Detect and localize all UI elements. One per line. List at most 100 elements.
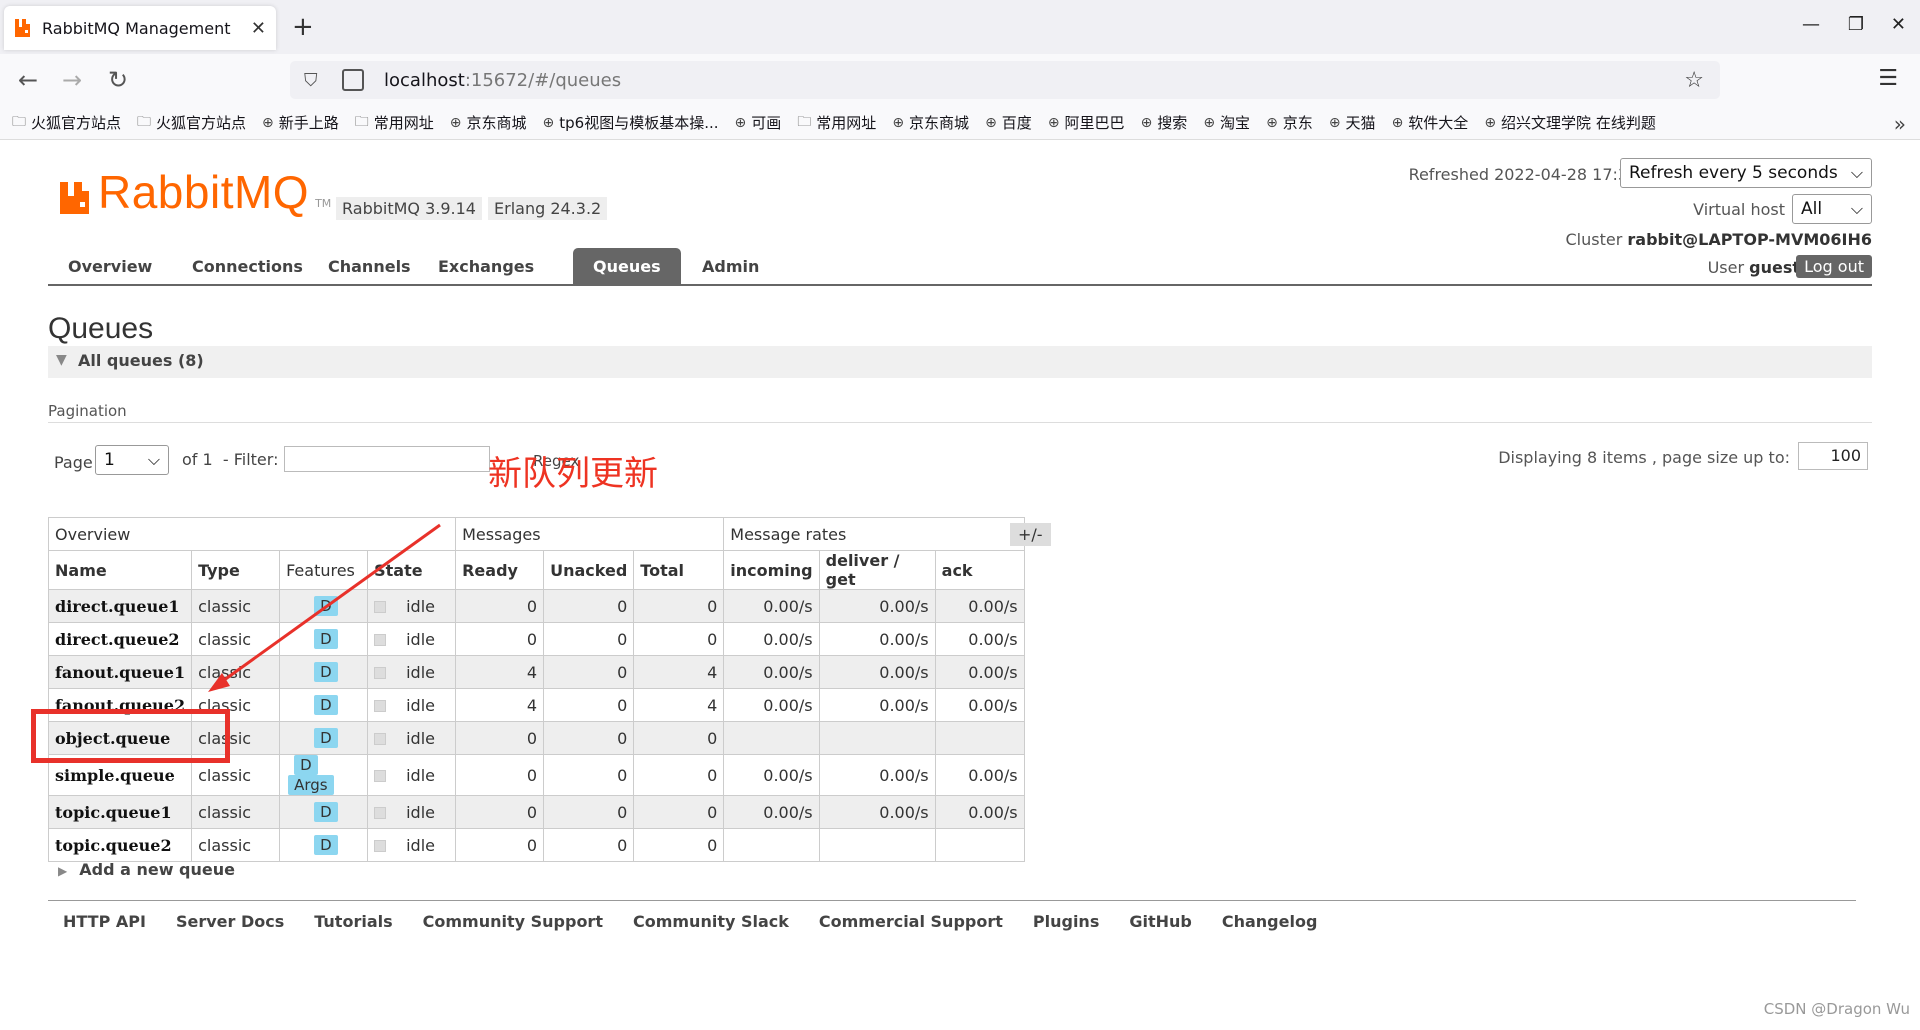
reload-icon[interactable]: ↻ <box>108 66 128 94</box>
tab-overview[interactable]: Overview <box>48 248 172 286</box>
bookmark-label: 京东 <box>1282 114 1313 132</box>
rate-deliver-get: 0.00/s <box>818 589 936 623</box>
rate-incoming: 0.00/s <box>723 655 820 689</box>
queue-name-link[interactable]: topic.queue2 <box>47 828 193 862</box>
col-ack[interactable]: ack <box>934 550 1025 590</box>
group-header-messages: Messages <box>455 517 725 551</box>
bookmark-item[interactable]: ⊕ 阿里巴巴 <box>1048 112 1125 133</box>
rabbitmq-logo[interactable]: RabbitMQ TM <box>60 166 332 218</box>
queue-type: classic <box>191 622 281 656</box>
bookmark-item[interactable]: ⊕ 淘宝 <box>1203 112 1250 133</box>
col-total[interactable]: Total <box>633 550 725 590</box>
page-size-input[interactable]: 100 <box>1798 442 1868 470</box>
footer-link[interactable]: Tutorials <box>314 912 392 931</box>
minimize-icon[interactable]: — <box>1802 14 1820 35</box>
tab-connections[interactable]: Connections <box>172 248 323 286</box>
footer-link[interactable]: Community Support <box>423 912 603 931</box>
queue-state: idle <box>367 622 457 656</box>
bookmark-item[interactable]: ⊕ 京东 <box>1266 112 1313 133</box>
tab-exchanges[interactable]: Exchanges <box>418 248 554 286</box>
restore-icon[interactable]: ❐ <box>1848 14 1864 35</box>
bookmark-item[interactable]: ⊕ 百度 <box>985 112 1032 133</box>
table-row: direct.queue1 classic Didle 0 0 0 0.00/s 0.00/s… <box>47 589 1025 623</box>
rabbitmq-version: RabbitMQ 3.9.14 <box>336 197 482 220</box>
bookmark-item[interactable]: 🗀 火狐官方站点 <box>137 111 246 135</box>
url-bar[interactable]: ⛉ localhost:15672/#/queues ☆ <box>290 61 1720 99</box>
footer-link[interactable]: Plugins <box>1033 912 1099 931</box>
state-indicator-icon <box>374 700 387 712</box>
queues-table: Overview Messages Message rates Name Typ… <box>47 517 1025 862</box>
bookmark-item[interactable]: ⊕ 京东商城 <box>892 112 969 133</box>
rate-ack: 0.00/s <box>934 754 1025 796</box>
tab-admin[interactable]: Admin <box>682 248 779 286</box>
footer-link[interactable]: Commercial Support <box>819 912 1003 931</box>
col-state[interactable]: State <box>367 550 457 590</box>
bookmark-label: tp6视图与模板基本操... <box>559 114 719 132</box>
hamburger-menu-icon[interactable]: ☰ <box>1878 66 1898 91</box>
bookmark-label: 淘宝 <box>1220 114 1251 132</box>
bookmark-item[interactable]: 🗀 常用网址 <box>797 111 876 135</box>
col-ready[interactable]: Ready <box>455 550 545 590</box>
vhost-select[interactable]: All ⌵ <box>1792 194 1872 224</box>
refresh-interval-select[interactable]: Refresh every 5 seconds ⌵ <box>1620 158 1872 188</box>
bookmark-label: 软件大全 <box>1408 114 1469 132</box>
footer-link[interactable]: Community Slack <box>633 912 789 931</box>
globe-icon: ⊕ <box>542 114 555 131</box>
col-unacked[interactable]: Unacked <box>543 550 635 590</box>
all-queues-section-toggle[interactable]: ▼ All queues (8) <box>48 346 1872 378</box>
rate-deliver-get: 0.00/s <box>818 688 936 722</box>
col-name[interactable]: Name <box>47 550 193 590</box>
state-label: idle <box>406 728 435 748</box>
bookmark-item[interactable]: ⊕ 京东商城 <box>450 112 527 133</box>
page-select[interactable]: 1 ⌵ <box>95 445 169 475</box>
bookmark-item[interactable]: ⊕ 天猫 <box>1329 112 1376 133</box>
annotation-text: 新队列更新 <box>488 454 658 494</box>
logo-text: RabbitMQ <box>98 166 310 218</box>
window-close-icon[interactable]: ✕ <box>1891 14 1906 35</box>
columns-toggle-button[interactable]: +/- <box>1010 523 1051 546</box>
col-type[interactable]: Type <box>191 550 281 590</box>
feature-badge: D <box>314 596 338 616</box>
bookmark-item[interactable]: ⊕ tp6视图与模板基本操... <box>543 112 719 133</box>
footer-link[interactable]: Changelog <box>1222 912 1318 931</box>
queue-name-link[interactable]: direct.queue1 <box>47 589 193 623</box>
annotation-highlight-box <box>31 709 230 763</box>
shield-icon[interactable]: ⛉ <box>304 70 326 91</box>
bookmark-item[interactable]: 🗀 常用网址 <box>355 111 434 135</box>
add-new-queue-toggle[interactable]: ▶ Add a new queue <box>58 860 235 879</box>
bookmark-item[interactable]: ⊕ 绍兴文理学院 在线判题 <box>1484 112 1656 133</box>
page-icon[interactable] <box>342 69 364 91</box>
bookmarks-overflow-icon[interactable]: » <box>1894 112 1906 136</box>
footer-link[interactable]: HTTP API <box>63 912 146 931</box>
bookmark-star-icon[interactable]: ☆ <box>1684 68 1704 93</box>
logo-tm: TM <box>315 197 332 210</box>
filter-input[interactable] <box>284 446 490 472</box>
tab-channels[interactable]: Channels <box>308 248 431 286</box>
bookmark-item[interactable]: ⊕ 可画 <box>735 112 782 133</box>
footer-link[interactable]: Server Docs <box>176 912 284 931</box>
state-label: idle <box>406 802 435 822</box>
footer-link[interactable]: GitHub <box>1129 912 1192 931</box>
messages-unacked: 0 <box>543 622 635 656</box>
col-deliver-get[interactable]: deliver / get <box>818 550 936 590</box>
new-tab-icon[interactable]: + <box>292 12 314 42</box>
state-label: idle <box>406 835 435 855</box>
queue-features: D <box>279 795 369 829</box>
queue-name-link[interactable]: direct.queue2 <box>47 622 193 656</box>
col-incoming[interactable]: incoming <box>723 550 820 590</box>
forward-icon[interactable]: → <box>62 66 82 94</box>
messages-unacked: 0 <box>543 795 635 829</box>
pagination-label[interactable]: Pagination <box>48 402 127 420</box>
tab-queues[interactable]: Queues <box>573 248 681 286</box>
browser-tab[interactable]: RabbitMQ Management ✕ <box>4 6 276 50</box>
rate-deliver-get: 0.00/s <box>818 795 936 829</box>
bookmark-item[interactable]: ⊕ 新手上路 <box>262 112 339 133</box>
tab-close-icon[interactable]: ✕ <box>251 18 266 39</box>
bookmark-item[interactable]: ⊕ 软件大全 <box>1392 112 1469 133</box>
rate-ack <box>934 721 1025 755</box>
back-icon[interactable]: ← <box>18 66 38 94</box>
bookmark-item[interactable]: ⊕ 搜索 <box>1141 112 1188 133</box>
queue-name-link[interactable]: topic.queue1 <box>47 795 193 829</box>
bookmark-item[interactable]: 🗀 火狐官方站点 <box>12 111 121 135</box>
queue-name-link[interactable]: fanout.queue1 <box>47 655 193 689</box>
